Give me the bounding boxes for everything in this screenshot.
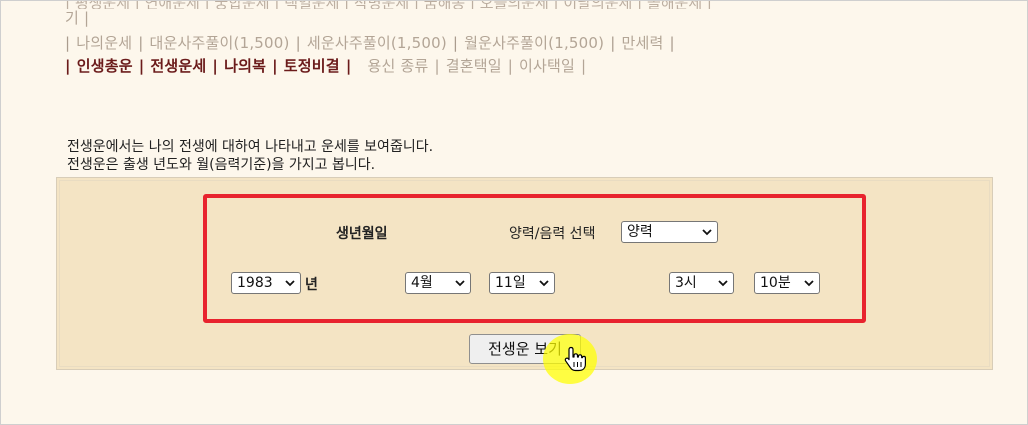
nav-separator: | [65,57,71,75]
red-highlight-box [203,194,866,323]
chevron-down-icon [539,280,549,287]
nav-link-daeun-saju[interactable]: 대운사주풀이(1,500) [150,34,290,52]
birth-day-value: 11일 [495,275,526,291]
birth-date-label: 생년월일 [336,226,388,242]
nav-link-my-fortune[interactable]: 나의운세 [76,34,132,52]
nav-separator: | [272,57,278,75]
chevron-down-icon [804,280,814,287]
nav-separator: | [581,57,587,75]
description-line-1: 전생운에서는 나의 전생에 대하여 나타내고 운세를 보여줍니다. [67,139,434,155]
nav-separator: | [345,57,352,75]
nav-row0-text: 기 | [65,9,90,27]
page-description: 전생운에서는 나의 전생에 대하여 나타내고 운세를 보여줍니다. 전생운은 출… [67,138,433,174]
nav-separator: | [610,34,616,52]
chevron-down-icon [285,280,295,287]
birth-hour-select[interactable]: 3시 [669,272,734,294]
hand-pointer-icon [564,346,586,372]
birth-year-select[interactable]: 1983 [231,272,301,294]
nav-row-life-menu: | 인생총운 | 전생운세 | 나의복 | 토정비결 | 용신 종류 | 결혼택일 | 이사택일 | [65,55,592,76]
nav-row-continuation: 기 | [65,7,89,28]
nav-row-fortune-menu: | 나의운세 | 대운사주풀이(1,500) | 세운사주풀이(1,500) | 월운사주풀이… [65,32,681,53]
calendar-type-label: 양력/음력 선택 [509,226,596,242]
calendar-type-value: 양력 [627,224,653,240]
description-line-2: 전생운은 출생 년도와 월(음력기준)을 가지고 봅니다. [67,157,376,173]
nav-separator: | [295,34,301,52]
nav-separator: | [212,57,219,75]
calendar-type-select[interactable]: 양력 [621,221,718,243]
nav-link-wolun-saju[interactable]: 월운사주풀이(1,500) [464,34,604,52]
chevron-down-icon [718,280,728,287]
nav-separator: | [452,34,459,52]
nav-link-yongsin[interactable]: 용신 종류 [368,57,429,75]
birth-minute-value: 10분 [760,275,791,291]
nav-link-manseryeok[interactable]: 만세력 [621,34,663,52]
nav-link-wedding-date[interactable]: 결혼택일 [446,57,502,75]
birth-day-select[interactable]: 11일 [489,272,555,294]
nav-link-moving-date[interactable]: 이사택일 [519,57,575,75]
nav-separator: | [434,57,440,75]
nav-separator: | [65,34,71,52]
nav-separator: | [507,57,514,75]
birth-input-panel: 생년월일 양력/음력 선택 양력 1983 년 4월 11일 3시 10분 전생… [56,177,993,370]
nav-link-tojeong[interactable]: 토정비결 [284,57,340,75]
year-unit-label: 년 [305,277,318,293]
birth-month-value: 4월 [411,275,433,291]
nav-link-past-life[interactable]: 전생운세 [150,57,206,75]
top-cut-nav-row: | 평생운세 | 연애운세 | 궁합운세 | 택일운세 | 작명운세 | 꿈해몽… [65,1,1025,9]
nav-separator: | [138,57,145,75]
chevron-down-icon [455,280,465,287]
birth-hour-value: 3시 [675,275,697,291]
chevron-down-icon [702,229,712,236]
birth-month-select[interactable]: 4월 [405,272,471,294]
birth-year-value: 1983 [237,275,273,291]
nav-link-seun-saju[interactable]: 세운사주풀이(1,500) [307,34,447,52]
nav-separator: | [669,34,675,52]
nav-link-life-fortune[interactable]: 인생총운 [77,57,133,75]
birth-minute-select[interactable]: 10분 [754,272,820,294]
nav-link-my-luck[interactable]: 나의복 [224,57,266,75]
nav-separator: | [138,34,144,52]
